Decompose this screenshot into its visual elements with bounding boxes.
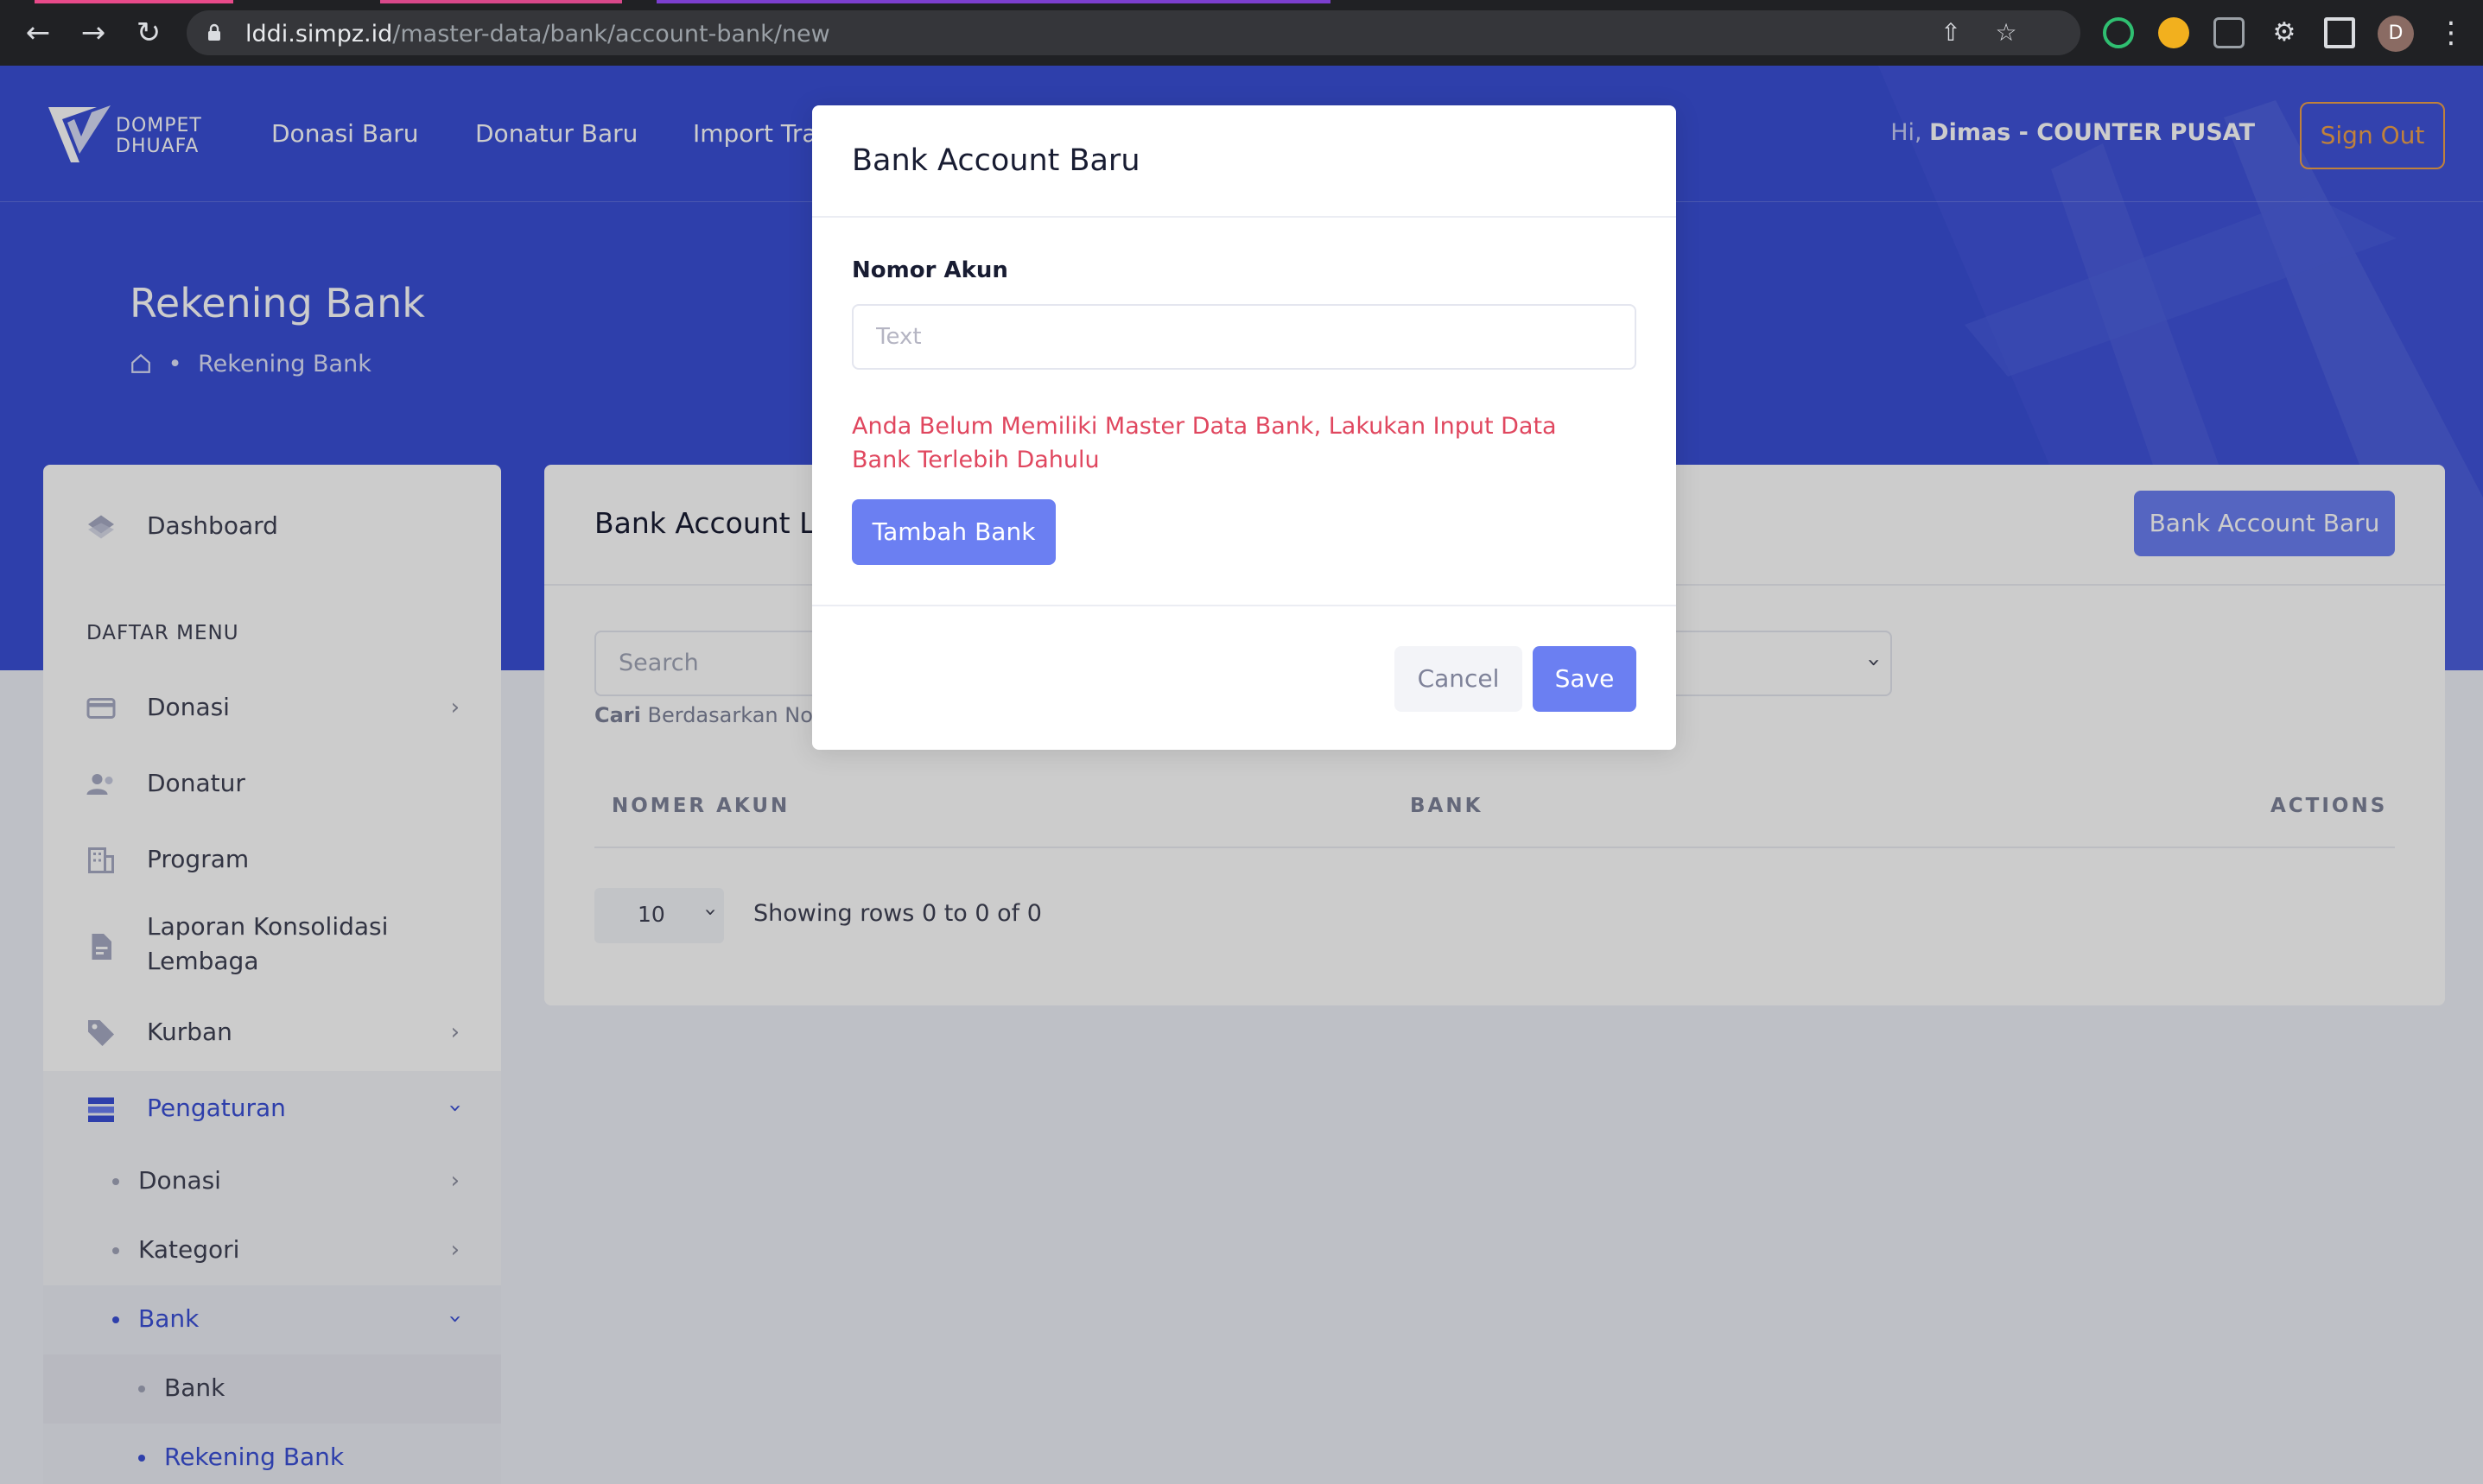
url-host: lddi.simpz.id [245, 21, 393, 48]
save-button[interactable]: Save [1533, 646, 1636, 712]
share-icon[interactable]: ⇧ [1937, 19, 1965, 47]
modal-title: Bank Account Baru [852, 143, 1140, 178]
cancel-button[interactable]: Cancel [1394, 646, 1522, 712]
nomor-akun-input[interactable] [852, 304, 1636, 370]
url-text: lddi.simpz.id/master-data/bank/account-b… [245, 21, 830, 48]
tab-indicator [657, 0, 1330, 3]
address-bar[interactable]: lddi.simpz.id/master-data/bank/account-b… [187, 10, 2080, 55]
error-message: Anda Belum Memiliki Master Data Bank, La… [852, 413, 1557, 473]
extension-icon[interactable] [2158, 17, 2189, 48]
star-icon[interactable]: ☆ [1992, 19, 2020, 47]
tambah-bank-button[interactable]: Tambah Bank [852, 499, 1056, 565]
tab-indicator [380, 0, 622, 3]
divider [812, 216, 1676, 218]
sidepanel-icon[interactable] [2324, 17, 2355, 48]
extension-icon[interactable] [2213, 17, 2245, 48]
bank-account-modal: Bank Account Baru Nomor Akun Anda Belum … [812, 105, 1676, 750]
lock-icon [208, 23, 220, 41]
more-icon[interactable]: ⋮ [2436, 16, 2466, 50]
reload-icon[interactable]: ↻ [131, 16, 166, 50]
extension-icon[interactable] [2103, 17, 2134, 48]
profile-avatar[interactable]: D [2378, 16, 2414, 52]
url-path: /master-data/bank/account-bank/new [392, 21, 830, 48]
browser-toolbar: ← → ↻ lddi.simpz.id/master-data/bank/acc… [0, 0, 2483, 66]
back-icon[interactable]: ← [21, 16, 55, 50]
nomor-akun-label: Nomor Akun [852, 257, 1008, 283]
puzzle-icon[interactable]: ⚙ [2269, 17, 2300, 48]
tab-indicator [35, 0, 233, 3]
divider [812, 605, 1676, 606]
forward-icon[interactable]: → [76, 16, 111, 50]
